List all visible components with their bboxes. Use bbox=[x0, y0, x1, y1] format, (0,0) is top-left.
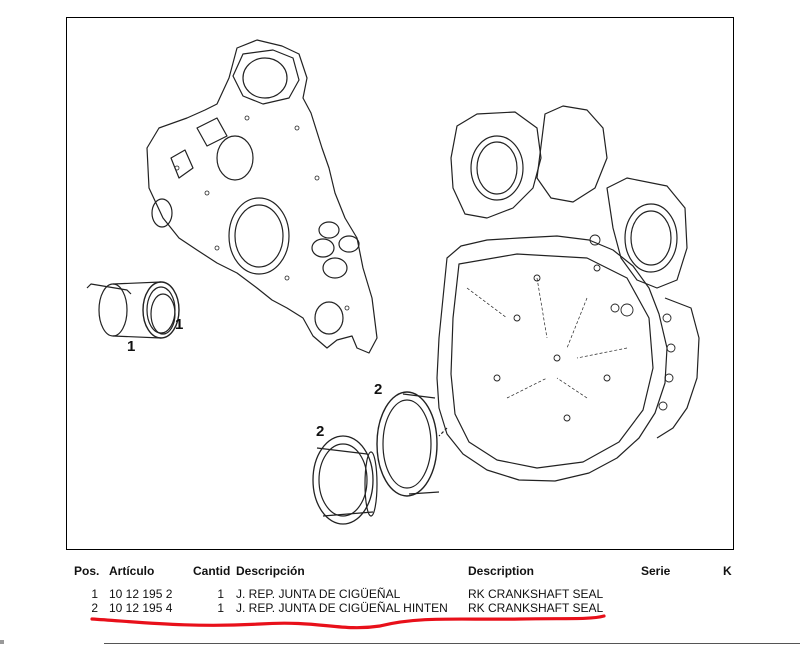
row-description: RK CRANKSHAFT SEAL bbox=[468, 601, 604, 615]
callout-1-upper: 1 bbox=[175, 316, 184, 333]
row-cantid: 1 bbox=[217, 601, 224, 615]
front-timing-cover bbox=[146, 39, 378, 354]
row-articulo: 10 12 195 2 bbox=[109, 587, 173, 601]
row-pos: 1 bbox=[91, 587, 98, 601]
header-cantid: Cantid bbox=[193, 564, 231, 578]
parts-table: Pos. Artículo Cantid Descripción Descrip… bbox=[66, 560, 746, 615]
header-description: Description bbox=[468, 564, 535, 578]
header-serie: Serie bbox=[641, 564, 671, 578]
header-articulo: Artículo bbox=[109, 564, 155, 578]
table-row: 1 10 12 195 2 1 J. REP. JUNTA DE CIGÜEÑA… bbox=[66, 587, 746, 601]
callout-2-lower: 2 bbox=[316, 423, 325, 440]
engine-covers-illustration bbox=[86, 39, 700, 525]
callout-1-lower: 1 bbox=[127, 338, 136, 355]
table-header: Pos. Artículo Cantid Descripción Descrip… bbox=[66, 560, 746, 582]
row-cantid: 1 bbox=[217, 587, 224, 601]
row-descripcion: J. REP. JUNTA DE CIGÜEÑAL bbox=[236, 587, 401, 601]
row-descripcion: J. REP. JUNTA DE CIGÜEÑAL HINTEN bbox=[236, 601, 448, 615]
header-descripcion: Descripción bbox=[236, 564, 305, 578]
row-description: RK CRANKSHAFT SEAL bbox=[468, 587, 604, 601]
page-edge-mark bbox=[0, 640, 4, 644]
header-pos: Pos. bbox=[74, 564, 100, 578]
header-k: K bbox=[723, 564, 732, 578]
table-row: 2 10 12 195 4 1 J. REP. JUNTA DE CIGÜEÑA… bbox=[66, 601, 746, 615]
row-articulo: 10 12 195 4 bbox=[109, 601, 173, 615]
bottom-rule bbox=[104, 643, 800, 644]
row-pos: 2 bbox=[91, 601, 98, 615]
callout-2-upper: 2 bbox=[374, 381, 383, 398]
exploded-parts-drawing: 1 1 2 2 bbox=[66, 17, 734, 550]
